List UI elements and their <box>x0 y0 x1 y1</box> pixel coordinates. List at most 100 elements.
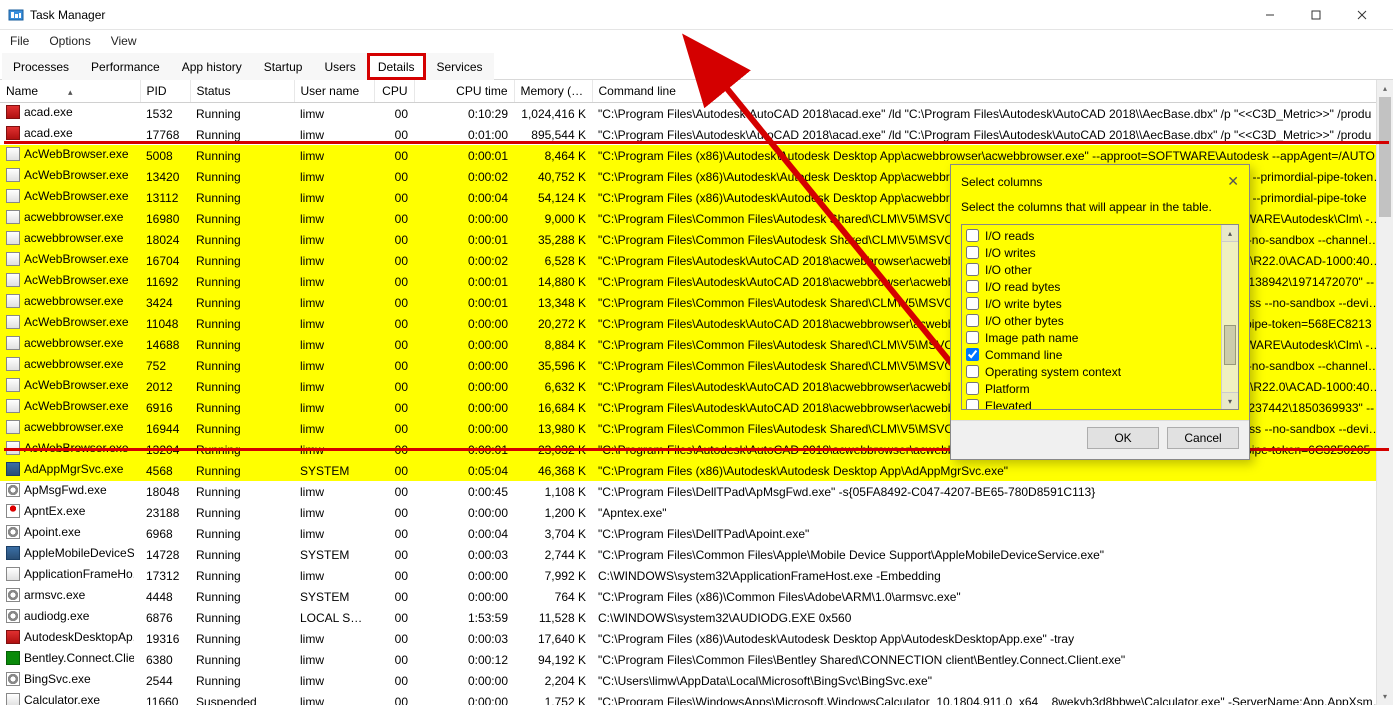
column-option-checkbox[interactable] <box>966 229 979 242</box>
column-option[interactable]: I/O write bytes <box>964 295 1236 312</box>
cell-cmdline: C:\WINDOWS\system32\ApplicationFrameHost… <box>592 565 1393 586</box>
dialog-scroll-down[interactable]: ▾ <box>1222 392 1238 409</box>
close-button[interactable] <box>1339 0 1385 30</box>
column-option[interactable]: I/O other <box>964 261 1236 278</box>
column-option-checkbox[interactable] <box>966 365 979 378</box>
process-name: Apoint.exe <box>24 525 81 539</box>
cell-cputime: 0:00:04 <box>414 523 514 544</box>
process-icon <box>6 378 20 392</box>
table-row[interactable]: audiodg.exe6876RunningLOCAL SE...001:53:… <box>0 607 1393 628</box>
cell-name: AcWebBrowser.exe <box>0 376 140 397</box>
app-icon <box>8 7 24 23</box>
table-row[interactable]: AutodeskDesktopAp...19316Runninglimw000:… <box>0 628 1393 649</box>
table-row[interactable]: AdAppMgrSvc.exe4568RunningSYSTEM000:05:0… <box>0 460 1393 481</box>
column-option[interactable]: I/O writes <box>964 244 1236 261</box>
tab-startup[interactable]: Startup <box>253 53 314 80</box>
column-memory[interactable]: Memory (p... <box>514 80 592 103</box>
cell-status: Running <box>190 208 294 229</box>
dialog-scroll-thumb[interactable] <box>1224 325 1236 365</box>
cell-name: AcWebBrowser.exe <box>0 187 140 208</box>
process-icon <box>6 462 20 476</box>
column-option-checkbox[interactable] <box>966 280 979 293</box>
tab-users[interactable]: Users <box>313 53 366 80</box>
cell-memory: 14,880 K <box>514 271 592 292</box>
table-row[interactable]: acad.exe1532Runninglimw000:10:291,024,41… <box>0 103 1393 125</box>
cell-pid: 16944 <box>140 418 190 439</box>
table-row[interactable]: AppleMobileDeviceS...14728RunningSYSTEM0… <box>0 544 1393 565</box>
scroll-up-button[interactable]: ▴ <box>1377 80 1393 97</box>
column-option-checkbox[interactable] <box>966 297 979 310</box>
column-option[interactable]: I/O other bytes <box>964 312 1236 329</box>
column-option-checkbox[interactable] <box>966 263 979 276</box>
column-option[interactable]: I/O read bytes <box>964 278 1236 295</box>
cell-status: Running <box>190 628 294 649</box>
table-row[interactable]: ApntEx.exe23188Runninglimw000:00:001,200… <box>0 502 1393 523</box>
column-option-checkbox[interactable] <box>966 314 979 327</box>
column-cpu[interactable]: CPU <box>374 80 414 103</box>
cell-pid: 17312 <box>140 565 190 586</box>
cell-pid: 23188 <box>140 502 190 523</box>
table-row[interactable]: Bentley.Connect.Clie...6380Runninglimw00… <box>0 649 1393 670</box>
dialog-scrollbar[interactable]: ▴ ▾ <box>1221 225 1238 409</box>
column-option[interactable]: Platform <box>964 380 1236 397</box>
column-option[interactable]: Elevated <box>964 397 1236 410</box>
column-pid[interactable]: PID <box>140 80 190 103</box>
minimize-button[interactable] <box>1247 0 1293 30</box>
dialog-close-button[interactable]: ✕ <box>1227 173 1239 190</box>
tab-performance[interactable]: Performance <box>80 53 171 80</box>
column-option-checkbox[interactable] <box>966 399 979 410</box>
menu-view[interactable]: View <box>107 32 141 50</box>
tab-services[interactable]: Services <box>426 53 494 80</box>
column-cmdline[interactable]: Command line <box>592 80 1393 103</box>
column-option[interactable]: I/O reads <box>964 227 1236 244</box>
tab-details[interactable]: Details <box>367 53 426 80</box>
dialog-ok-button[interactable]: OK <box>1087 427 1159 449</box>
table-row[interactable]: Calculator.exe11660Suspendedlimw000:00:0… <box>0 691 1393 705</box>
column-cputime[interactable]: CPU time <box>414 80 514 103</box>
cell-cputime: 0:00:01 <box>414 145 514 166</box>
process-name: acwebbrowser.exe <box>24 231 123 245</box>
process-icon <box>6 546 20 560</box>
cell-status: Running <box>190 355 294 376</box>
cell-cputime: 0:05:04 <box>414 460 514 481</box>
column-option-checkbox[interactable] <box>966 348 979 361</box>
dialog-cancel-button[interactable]: Cancel <box>1167 427 1239 449</box>
scroll-thumb[interactable] <box>1379 97 1391 217</box>
cell-memory: 6,632 K <box>514 376 592 397</box>
table-row[interactable]: ApMsgFwd.exe18048Runninglimw000:00:451,1… <box>0 481 1393 502</box>
menu-file[interactable]: File <box>6 32 33 50</box>
dialog-scroll-up[interactable]: ▴ <box>1222 225 1238 242</box>
cell-cputime: 0:10:29 <box>414 103 514 125</box>
table-row[interactable]: BingSvc.exe2544Runninglimw000:00:002,204… <box>0 670 1393 691</box>
column-user[interactable]: User name <box>294 80 374 103</box>
cell-cputime: 0:00:00 <box>414 208 514 229</box>
table-row[interactable]: AcWebBrowser.exe5008Runninglimw000:00:01… <box>0 145 1393 166</box>
column-option[interactable]: Command line <box>964 346 1236 363</box>
maximize-button[interactable] <box>1293 0 1339 30</box>
cell-pid: 6380 <box>140 649 190 670</box>
cell-name: Apoint.exe <box>0 523 140 544</box>
tab-processes[interactable]: Processes <box>2 53 80 80</box>
vertical-scrollbar[interactable]: ▴ ▾ <box>1376 80 1393 705</box>
cell-name: armsvc.exe <box>0 586 140 607</box>
table-row[interactable]: Apoint.exe6968Runninglimw000:00:043,704 … <box>0 523 1393 544</box>
table-row[interactable]: armsvc.exe4448RunningSYSTEM000:00:00764 … <box>0 586 1393 607</box>
column-option-checkbox[interactable] <box>966 331 979 344</box>
column-option-checkbox[interactable] <box>966 382 979 395</box>
cell-cpu: 00 <box>374 103 414 125</box>
cell-memory: 764 K <box>514 586 592 607</box>
cell-pid: 752 <box>140 355 190 376</box>
column-option-checkbox[interactable] <box>966 246 979 259</box>
column-option[interactable]: Operating system context <box>964 363 1236 380</box>
process-name: AcWebBrowser.exe <box>24 273 129 287</box>
column-option[interactable]: Image path name <box>964 329 1236 346</box>
column-name[interactable]: Name▴ <box>0 80 140 103</box>
column-header-row: Name▴ PID Status User name CPU CPU time … <box>0 80 1393 103</box>
column-status[interactable]: Status <box>190 80 294 103</box>
tab-app-history[interactable]: App history <box>171 53 253 80</box>
table-row[interactable]: ApplicationFrameHo...17312Runninglimw000… <box>0 565 1393 586</box>
menu-options[interactable]: Options <box>45 32 94 50</box>
cell-name: ApplicationFrameHo... <box>0 565 140 586</box>
scroll-down-button[interactable]: ▾ <box>1377 688 1393 705</box>
cell-memory: 46,368 K <box>514 460 592 481</box>
